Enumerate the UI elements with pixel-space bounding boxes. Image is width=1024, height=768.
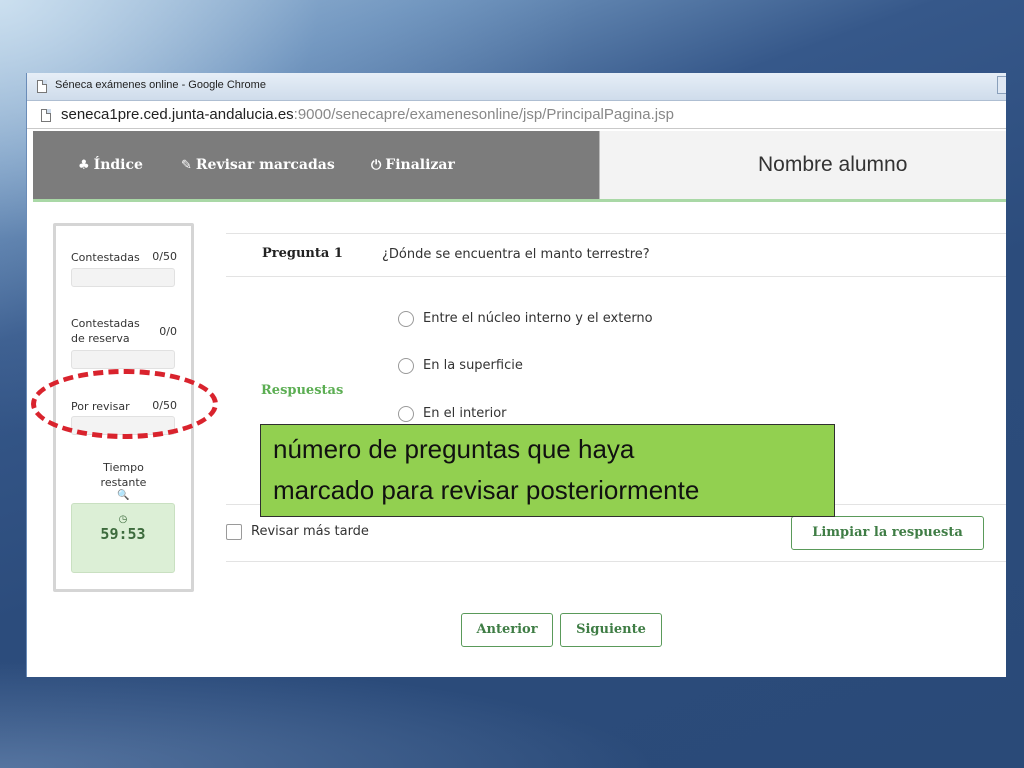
callout-line-1: número de preguntas que haya [273, 434, 635, 464]
browser-titlebar: Séneca exámenes online - Google Chrome [27, 73, 1006, 101]
divider [226, 233, 1006, 234]
answer-option-text: En la superficie [423, 358, 523, 373]
address-bar[interactable]: seneca1pre.ced.junta-andalucia.es:9000/s… [27, 102, 1006, 129]
reserve-label-line2: de reserva [71, 332, 130, 345]
nav-index-label: Índice [93, 157, 143, 173]
url-path: :9000/senecapre/examenesonline/jsp/Princ… [293, 106, 674, 123]
student-name: Nombre alumno [758, 153, 908, 176]
zoom-icon[interactable]: 🔍 [56, 490, 191, 501]
url-host: seneca1pre.ced.junta-andalucia.es [61, 106, 294, 123]
app-navbar: ♣ Índice ✎ Revisar marcadas ⏻ Finalizar Nom… [33, 131, 1006, 202]
answered-label: Contestadas [71, 251, 140, 264]
reserve-progress [71, 350, 175, 369]
time-remaining: 59:53 [100, 525, 146, 543]
minimize-button[interactable] [997, 76, 1006, 94]
clock-icon: ◷ [118, 514, 128, 525]
divider [226, 276, 1006, 277]
pencil-icon: ✎ [181, 158, 192, 173]
time-label-line1: Tiempo [103, 461, 144, 474]
answer-option-text: Entre el núcleo interno y el externo [423, 311, 653, 326]
nav-review-marked-label: Revisar marcadas [195, 157, 335, 173]
nav-finish-label: Finalizar [385, 157, 455, 173]
answer-option-text: En el interior [423, 406, 507, 421]
time-label: Tiempo restante [56, 460, 191, 490]
review-later-label: Revisar más tarde [251, 524, 369, 539]
power-icon: ⏻ [371, 158, 382, 173]
highlight-ellipse [31, 369, 218, 439]
next-button[interactable]: Siguiente [560, 613, 662, 647]
answered-count: 0/50 [152, 250, 177, 263]
question-text: ¿Dónde se encuentra el manto terrestre? [382, 247, 650, 262]
page-icon [37, 80, 47, 93]
sitemap-icon: ♣ [78, 158, 90, 173]
callout-line-2: marcado para revisar posteriormente [273, 475, 700, 505]
review-later-checkbox[interactable] [226, 524, 242, 540]
page-icon [41, 109, 51, 122]
time-label-line2: restante [100, 476, 147, 489]
reserve-label: Contestadas de reserva [71, 316, 140, 346]
previous-button[interactable]: Anterior [461, 613, 553, 647]
nav-finish-button[interactable]: ⏻ Finalizar [371, 157, 455, 173]
nav-index-button[interactable]: ♣ Índice [78, 157, 143, 173]
reserve-count: 0/0 [159, 325, 177, 338]
clear-answer-button[interactable]: Limpiar la respuesta [791, 516, 984, 550]
radio-button[interactable] [398, 311, 414, 327]
radio-button[interactable] [398, 358, 414, 374]
answers-label: Respuestas [261, 383, 344, 398]
question-number: Pregunta 1 [262, 246, 343, 261]
annotation-callout: número de preguntas que haya marcado par… [260, 424, 835, 517]
student-panel: Nombre alumno [599, 131, 1006, 199]
window-title: Séneca exámenes online - Google Chrome [55, 79, 266, 91]
reserve-label-line1: Contestadas [71, 317, 140, 330]
url-text[interactable]: seneca1pre.ced.junta-andalucia.es:9000/s… [61, 106, 674, 123]
answered-progress [71, 268, 175, 287]
divider [226, 561, 1006, 562]
timer-box: ◷ 59:53 [71, 503, 175, 573]
nav-review-marked-button[interactable]: ✎ Revisar marcadas [181, 157, 335, 173]
radio-button[interactable] [398, 406, 414, 422]
